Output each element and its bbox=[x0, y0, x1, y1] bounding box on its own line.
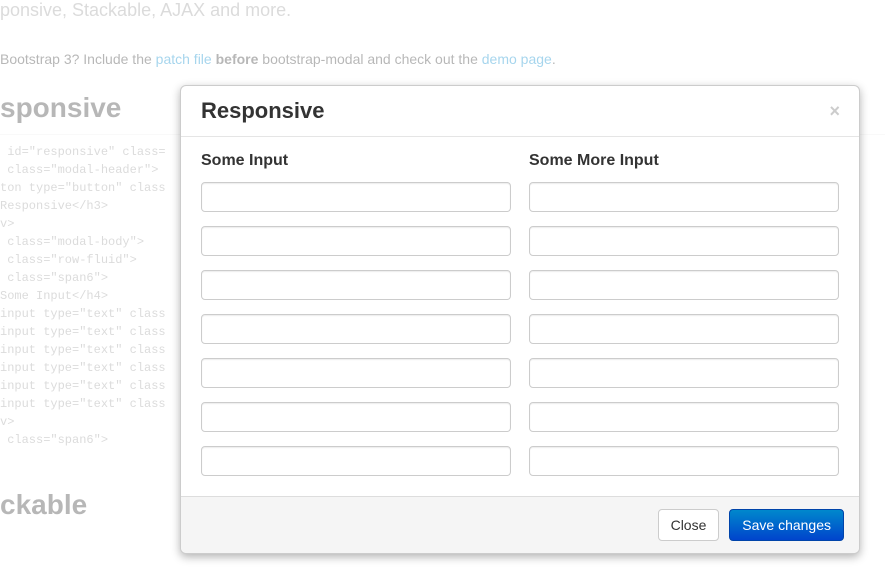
left-input-6[interactable] bbox=[201, 402, 511, 432]
right-input-6[interactable] bbox=[529, 402, 839, 432]
left-input-5[interactable] bbox=[201, 358, 511, 388]
form-column-right: Some More Input bbox=[529, 152, 839, 476]
close-icon[interactable]: × bbox=[825, 102, 844, 120]
right-input-5[interactable] bbox=[529, 358, 839, 388]
right-input-7[interactable] bbox=[529, 446, 839, 476]
left-input-2[interactable] bbox=[201, 226, 511, 256]
form-column-left: Some Input bbox=[201, 152, 511, 476]
left-input-4[interactable] bbox=[201, 314, 511, 344]
right-input-1[interactable] bbox=[529, 182, 839, 212]
left-column-heading: Some Input bbox=[201, 152, 511, 170]
left-input-7[interactable] bbox=[201, 446, 511, 476]
form-row: Some Input Some More Input bbox=[201, 152, 839, 476]
modal-footer: Close Save changes bbox=[181, 496, 859, 553]
right-input-3[interactable] bbox=[529, 270, 839, 300]
modal-header: Responsive × bbox=[181, 86, 859, 137]
right-column-heading: Some More Input bbox=[529, 152, 839, 170]
close-button[interactable]: Close bbox=[658, 509, 720, 541]
modal-body: Some Input Some More Input bbox=[181, 137, 859, 496]
right-input-2[interactable] bbox=[529, 226, 839, 256]
left-input-3[interactable] bbox=[201, 270, 511, 300]
save-button[interactable]: Save changes bbox=[729, 509, 844, 541]
modal-dialog: Responsive × Some Input Some More Input bbox=[180, 85, 860, 554]
right-input-4[interactable] bbox=[529, 314, 839, 344]
left-input-1[interactable] bbox=[201, 182, 511, 212]
modal-title: Responsive bbox=[201, 98, 325, 124]
